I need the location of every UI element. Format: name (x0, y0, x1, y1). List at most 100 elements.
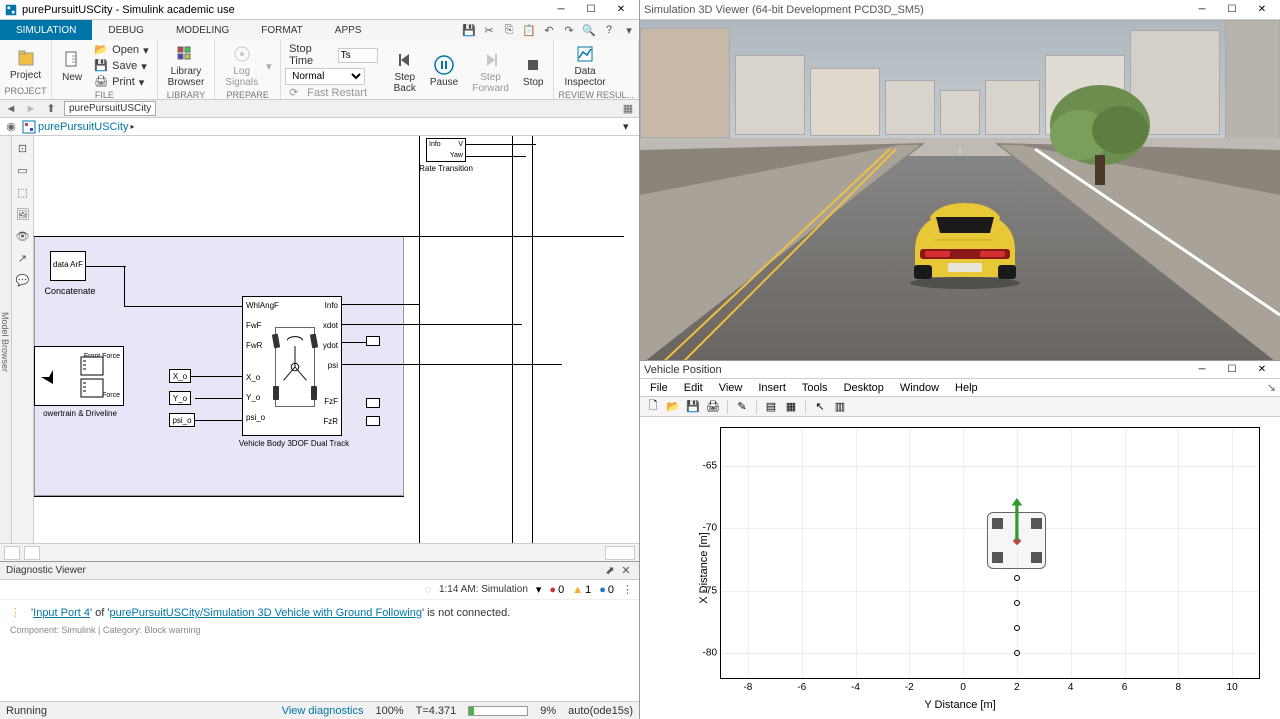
search-icon[interactable]: 🔍 (579, 20, 599, 40)
status-view-diagnostics[interactable]: View diagnostics (282, 705, 364, 717)
qat-cut-icon[interactable]: ✂ (479, 20, 499, 40)
status-solver[interactable]: auto(ode15s) (568, 705, 633, 717)
viewmark-icon[interactable]: 👁 (15, 228, 31, 244)
figure-axes[interactable]: -8-6-4-20246810-80-75-70-65 X Distance [… (640, 417, 1280, 719)
project-button[interactable]: Project (4, 46, 47, 83)
terminator-3[interactable] (366, 416, 380, 426)
signal-icon[interactable]: ↗ (15, 250, 31, 266)
block-psi-o[interactable]: psi_o (169, 413, 195, 427)
qat-copy-icon[interactable]: ⎘ (499, 20, 519, 40)
qat-paste-icon[interactable]: 📋 (519, 20, 539, 40)
diagnostic-link-port[interactable]: Input Port 4 (33, 607, 90, 619)
maximize-button[interactable]: ☐ (577, 2, 605, 18)
save-button[interactable]: 💾Save▾ (90, 58, 152, 74)
figure-close-button[interactable]: ✕ (1248, 362, 1276, 378)
nav-back-icon[interactable]: ◄ (4, 102, 18, 116)
fig-insert-colorbar-icon[interactable]: ▤ (762, 399, 780, 415)
open-button[interactable]: 📂Open▾ (90, 42, 152, 58)
comment-icon[interactable]: 💬 (15, 272, 31, 288)
step-back-button[interactable]: Step Back (388, 48, 422, 96)
block-vehicle-body[interactable]: WhlAngF FwF FwR X_o Y_o psi_o Info xdot … (242, 296, 342, 436)
zoom-fit-icon[interactable]: ⊡ (15, 140, 31, 156)
figure-menu-chevron-icon[interactable]: ↘ (1267, 381, 1276, 394)
figure-maximize-button[interactable]: ☐ (1218, 362, 1246, 378)
diagnostic-close-icon[interactable]: ✕ (619, 564, 633, 578)
step-forward-button[interactable]: Step Forward (466, 48, 515, 96)
view-tab-scroll[interactable] (605, 546, 635, 560)
viewer-3d-canvas[interactable] (640, 20, 1280, 360)
block-y-o[interactable]: Y_o (169, 391, 191, 405)
terminator-1[interactable] (366, 336, 380, 346)
diagnostic-undock-icon[interactable]: ⬈ (603, 564, 617, 578)
viewer-minimize-button[interactable]: ─ (1188, 2, 1216, 18)
minimize-button[interactable]: ─ (547, 2, 575, 18)
breadcrumb-dropdown-icon[interactable]: ▾ (623, 120, 635, 133)
menu-insert[interactable]: Insert (752, 382, 792, 394)
fig-insert-legend-icon[interactable]: ▦ (782, 399, 800, 415)
prepare-expand-icon[interactable]: ▾ (266, 60, 276, 73)
menu-window[interactable]: Window (894, 382, 945, 394)
block-powertrain[interactable]: Front Force Rear Force (34, 346, 124, 406)
viewer-close-button[interactable]: ✕ (1248, 2, 1276, 18)
ribbon-collapse-icon[interactable]: ▾ (619, 20, 639, 40)
diagnostic-menu-icon[interactable]: ⋮ (622, 583, 633, 596)
fig-print-icon[interactable]: 🖨 (704, 399, 722, 415)
diagnostic-link-block[interactable]: purePursuitUSCity/Simulation 3D Vehicle … (110, 607, 422, 619)
model-canvas[interactable]: data ArF Concatenate Front Force Rear Fo… (34, 136, 639, 543)
print-button[interactable]: 🖨Print▾ (90, 74, 152, 90)
fig-linked-icon[interactable]: ▥ (831, 399, 849, 415)
stop-button[interactable]: Stop (517, 53, 550, 90)
errors-badge[interactable]: ●0 (549, 584, 564, 596)
viewer-maximize-button[interactable]: ☐ (1218, 2, 1246, 18)
tab-simulation[interactable]: SIMULATION (0, 20, 92, 40)
block-x-o[interactable]: X_o (169, 369, 191, 383)
annotation-icon[interactable]: ▭ (15, 162, 31, 178)
close-button[interactable]: ✕ (607, 2, 635, 18)
mode-select[interactable]: Normal (285, 68, 365, 85)
breadcrumb-root[interactable]: purePursuitUSCity ▸ (22, 120, 619, 134)
log-signals-button[interactable]: Log Signals (219, 42, 264, 90)
pause-button[interactable]: Pause (424, 53, 464, 90)
view-tab-2[interactable] (24, 546, 40, 560)
menu-file[interactable]: File (644, 382, 674, 394)
stop-time-input[interactable] (338, 48, 378, 63)
tab-modeling[interactable]: MODELING (160, 20, 245, 40)
status-zoom[interactable]: 100% (375, 705, 403, 717)
fig-pointer-icon[interactable]: ↖ (811, 399, 829, 415)
explorer-tab[interactable]: purePursuitUSCity (64, 101, 156, 116)
model-browser-tab[interactable]: Model Browser (0, 136, 12, 543)
view-tab-1[interactable] (4, 546, 20, 560)
nav-forward-icon[interactable]: ► (24, 102, 38, 116)
fig-open-icon[interactable]: 📂 (664, 399, 682, 415)
qat-save-icon[interactable]: 💾 (459, 20, 479, 40)
fig-edit-icon[interactable]: ✎ (733, 399, 751, 415)
menu-view[interactable]: View (713, 382, 749, 394)
tab-format[interactable]: FORMAT (245, 20, 318, 40)
menu-help[interactable]: Help (949, 382, 984, 394)
menu-edit[interactable]: Edit (678, 382, 709, 394)
hide-browser-icon[interactable]: ◉ (4, 120, 18, 134)
fig-save-icon[interactable]: 💾 (684, 399, 702, 415)
block-concatenate[interactable]: data ArF (50, 251, 86, 281)
qat-undo-icon[interactable]: ↶ (539, 20, 559, 40)
image-icon[interactable]: 🖼 (15, 206, 31, 222)
data-inspector-button[interactable]: Data Inspector (558, 42, 611, 90)
explorer-overflow-icon[interactable]: ▦ (621, 102, 635, 116)
help-icon[interactable]: ? (599, 20, 619, 40)
qat-redo-icon[interactable]: ↷ (559, 20, 579, 40)
fast-restart-button[interactable]: ⟳Fast Restart (285, 85, 382, 101)
menu-desktop[interactable]: Desktop (838, 382, 890, 394)
area-icon[interactable]: ⬚ (15, 184, 31, 200)
library-browser-button[interactable]: Library Browser (162, 42, 211, 90)
tab-debug[interactable]: DEBUG (92, 20, 160, 40)
new-button[interactable]: New (56, 48, 88, 85)
warnings-badge[interactable]: ▲1 (572, 584, 591, 596)
figure-minimize-button[interactable]: ─ (1188, 362, 1216, 378)
info-badge[interactable]: ●0 (599, 584, 614, 596)
nav-up-icon[interactable]: ⬆ (44, 102, 58, 116)
block-rate-transition[interactable]: Info V Yaw (426, 138, 466, 162)
menu-tools[interactable]: Tools (796, 382, 834, 394)
diagnostic-dropdown-icon[interactable]: ▾ (536, 583, 542, 596)
fig-new-icon[interactable]: 🗋 (644, 399, 662, 415)
terminator-2[interactable] (366, 398, 380, 408)
